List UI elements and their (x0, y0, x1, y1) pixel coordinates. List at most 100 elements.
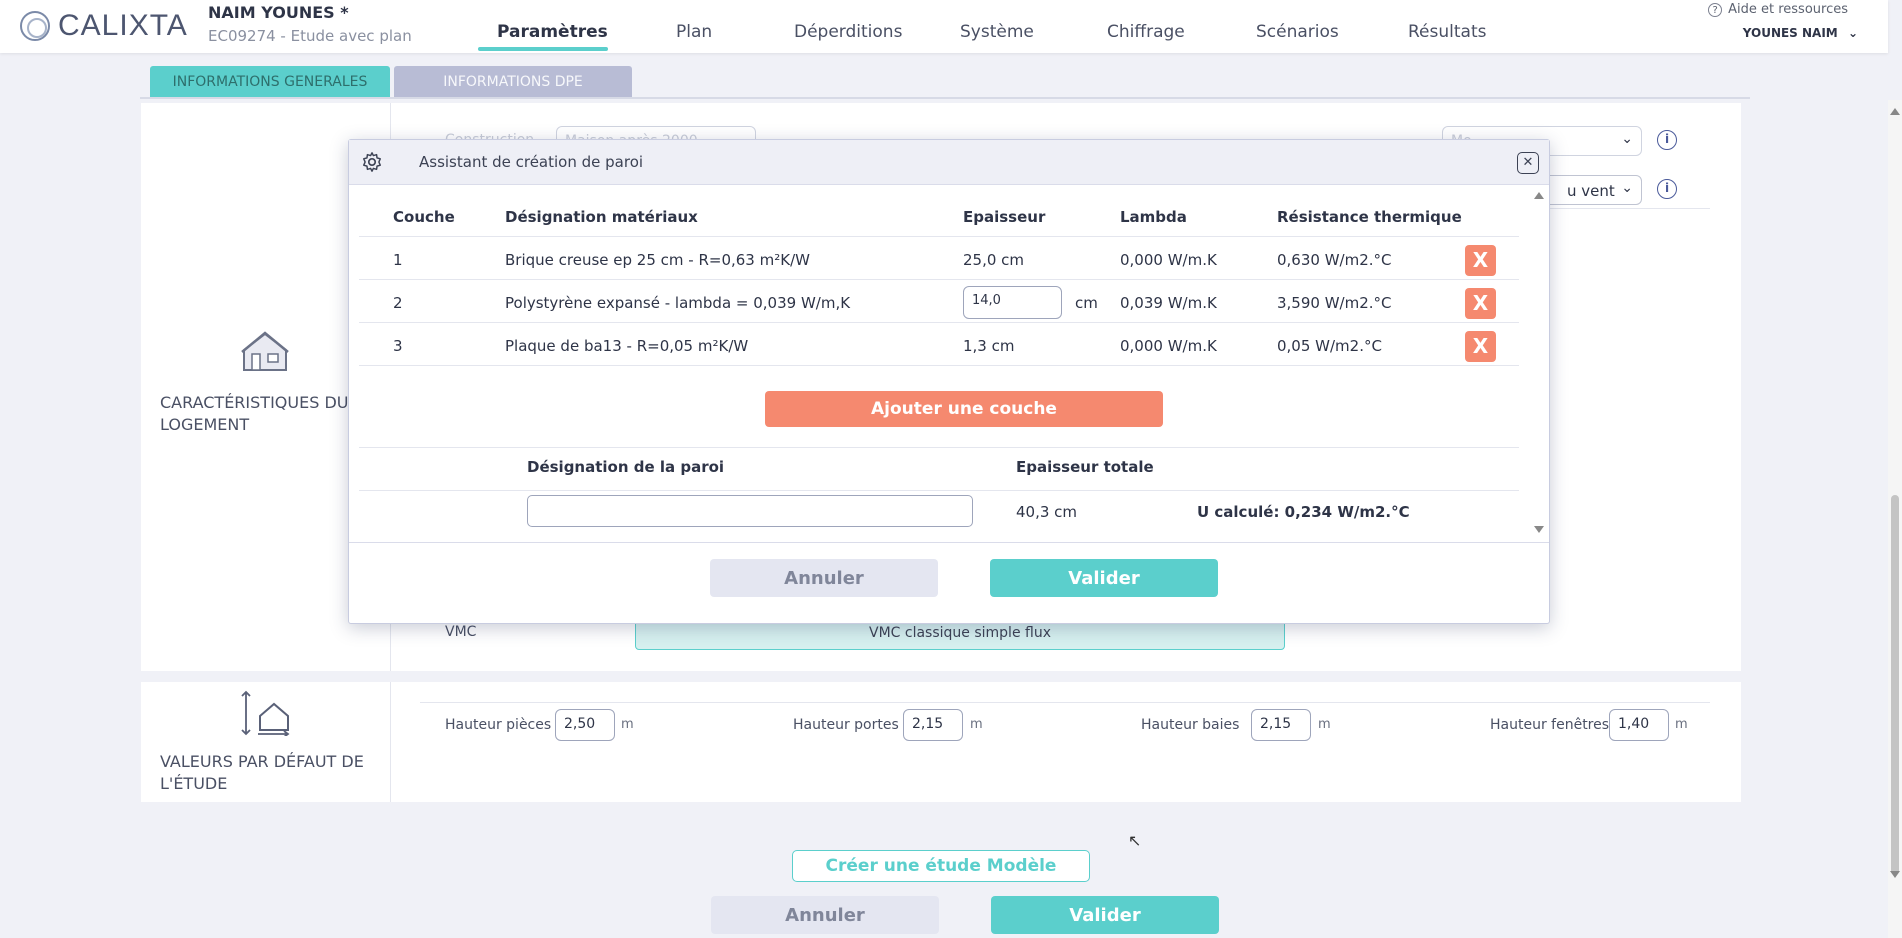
layer-2-resistance: 3,590 W/m2.°C (1277, 294, 1392, 312)
modal-scroll-down-icon[interactable] (1534, 526, 1544, 533)
modal-header: Assistant de création de paroi ✕ (349, 140, 1549, 185)
scroll-up-icon[interactable] (1890, 108, 1900, 115)
hauteur-baies-label: Hauteur baies (1141, 717, 1240, 733)
page-scrollbar-thumb[interactable] (1891, 495, 1899, 875)
hauteur-pieces-input[interactable]: 2,50 (555, 709, 615, 741)
row-divider (359, 236, 1519, 237)
hauteur-pieces-label: Hauteur pièces (445, 717, 552, 733)
mouse-cursor-icon: ↖ (1128, 831, 1142, 850)
validate-button[interactable]: Valider (991, 896, 1219, 934)
layer-3-epaisseur: 1,3 cm (963, 337, 1015, 355)
layer-1-index: 1 (393, 251, 403, 269)
col-designation: Désignation matériaux (505, 208, 698, 226)
layer-2-lambda: 0,039 W/m.K (1120, 294, 1217, 312)
nav-chiffrage[interactable]: Chiffrage (1107, 22, 1185, 42)
row-divider (359, 279, 1519, 280)
nav-resultats[interactable]: Résultats (1408, 22, 1486, 42)
create-model-study-button[interactable]: Créer une étude Modèle (792, 850, 1090, 882)
chevron-down-icon: ⌄ (1847, 26, 1858, 40)
layer-1-lambda: 0,000 W/m.K (1120, 251, 1217, 269)
row-divider (359, 322, 1519, 323)
footer-bar (0, 884, 1888, 938)
help-label: Aide et ressources (1728, 2, 1848, 17)
logo-text: CALIXTA (58, 9, 188, 42)
account-menu[interactable]: YOUNES NAIM ⌄ (1743, 26, 1858, 40)
gear-icon (361, 151, 383, 177)
row-divider (359, 490, 1519, 491)
wall-creation-modal: Assistant de création de paroi ✕ Couche … (348, 139, 1550, 624)
layer-3-resistance: 0,05 W/m2.°C (1277, 337, 1382, 355)
wall-name-label: Désignation de la paroi (527, 458, 725, 476)
hauteur-portes-input[interactable]: 2,15 (903, 709, 963, 741)
nav-plan[interactable]: Plan (676, 22, 712, 42)
row-divider (359, 365, 1519, 366)
chevron-down-icon: ⌄ (1621, 131, 1633, 147)
layer-2-designation: Polystyrène expansé - lambda = 0,039 W/m… (505, 294, 851, 312)
logo-icon (20, 11, 50, 41)
delete-layer-2-button[interactable]: X (1465, 288, 1496, 319)
layer-3-index: 3 (393, 337, 403, 355)
delete-layer-3-button[interactable]: X (1465, 331, 1496, 362)
unit-label: m (970, 717, 983, 732)
question-icon: ? (1708, 2, 1723, 17)
row-divider (420, 702, 1710, 703)
nav-systeme[interactable]: Système (960, 22, 1034, 42)
row-divider (359, 447, 1519, 448)
layer-2-epaisseur-unit: cm (1075, 294, 1098, 312)
hauteur-baies-input[interactable]: 2,15 (1251, 709, 1311, 741)
modal-cancel-button[interactable]: Annuler (710, 559, 938, 597)
hauteur-fenetres-label: Hauteur fenêtres (1490, 717, 1610, 733)
total-thickness-label: Epaisseur totale (1016, 458, 1154, 476)
modal-title: Assistant de création de paroi (419, 153, 644, 171)
hauteur-fenetres-input[interactable]: 1,40 (1609, 709, 1669, 741)
account-label: YOUNES NAIM (1742, 26, 1838, 40)
layer-1-epaisseur: 25,0 cm (963, 251, 1025, 269)
nav-scenarios[interactable]: Scénarios (1256, 22, 1339, 42)
card-separator (390, 682, 391, 802)
vmc-label: VMC (445, 624, 477, 640)
unit-label: m (1318, 717, 1331, 732)
unit-label: m (621, 717, 634, 732)
delete-layer-1-button[interactable]: X (1465, 245, 1496, 276)
layer-3-designation: Plaque de ba13 - R=0,05 m²K/W (505, 337, 749, 355)
tab-divider (140, 97, 1750, 99)
nav-deperditions[interactable]: Déperditions (794, 22, 902, 42)
info-icon[interactable]: i (1657, 130, 1677, 150)
modal-footer-divider (349, 542, 1549, 543)
scroll-down-icon[interactable] (1890, 871, 1900, 878)
layer-1-designation: Brique creuse ep 25 cm - R=0,63 m²K/W (505, 251, 810, 269)
add-layer-button[interactable]: Ajouter une couche (765, 391, 1163, 427)
unit-label: m (1675, 717, 1688, 732)
u-value: U calculé: 0,234 W/m2.°C (1197, 503, 1410, 521)
study-reference: EC09274 - Etude avec plan (208, 27, 412, 45)
housing-section-label: CARACTÉRISTIQUES DU LOGEMENT (160, 393, 349, 434)
col-lambda: Lambda (1120, 208, 1187, 226)
tab-informations-dpe[interactable]: INFORMATIONS DPE (394, 66, 632, 97)
modal-scroll-up-icon[interactable] (1534, 192, 1544, 199)
tab-informations-generales[interactable]: INFORMATIONS GENERALES (150, 66, 390, 97)
active-nav-indicator (478, 47, 608, 51)
layer-1-resistance: 0,630 W/m2.°C (1277, 251, 1392, 269)
col-couche: Couche (393, 208, 455, 226)
col-epaisseur: Epaisseur (963, 208, 1046, 226)
calixta-logo[interactable]: CALIXTA (20, 9, 188, 43)
client-name: NAIM YOUNES * (208, 3, 349, 22)
modal-validate-button[interactable]: Valider (990, 559, 1218, 597)
close-icon[interactable]: ✕ (1517, 152, 1539, 174)
height-dimensions-icon (240, 690, 290, 740)
top-header: CALIXTA NAIM YOUNES * EC09274 - Etude av… (0, 0, 1888, 53)
chevron-down-icon: ⌄ (1621, 180, 1633, 196)
layer-2-index: 2 (393, 294, 403, 312)
nav-parametres[interactable]: Paramètres (497, 22, 608, 42)
info-icon[interactable]: i (1657, 179, 1677, 199)
cancel-button[interactable]: Annuler (711, 896, 939, 934)
layer-2-epaisseur-input[interactable]: 14,0 (963, 286, 1062, 319)
wall-name-input[interactable] (527, 495, 973, 527)
hauteur-portes-label: Hauteur portes (793, 717, 899, 733)
default-values-card (141, 682, 1741, 802)
total-thickness-value: 40,3 cm (1016, 503, 1078, 521)
layer-3-lambda: 0,000 W/m.K (1120, 337, 1217, 355)
house-icon (240, 330, 290, 380)
help-link[interactable]: ? Aide et ressources (1708, 2, 1848, 17)
col-resistance: Résistance thermique (1277, 208, 1462, 226)
